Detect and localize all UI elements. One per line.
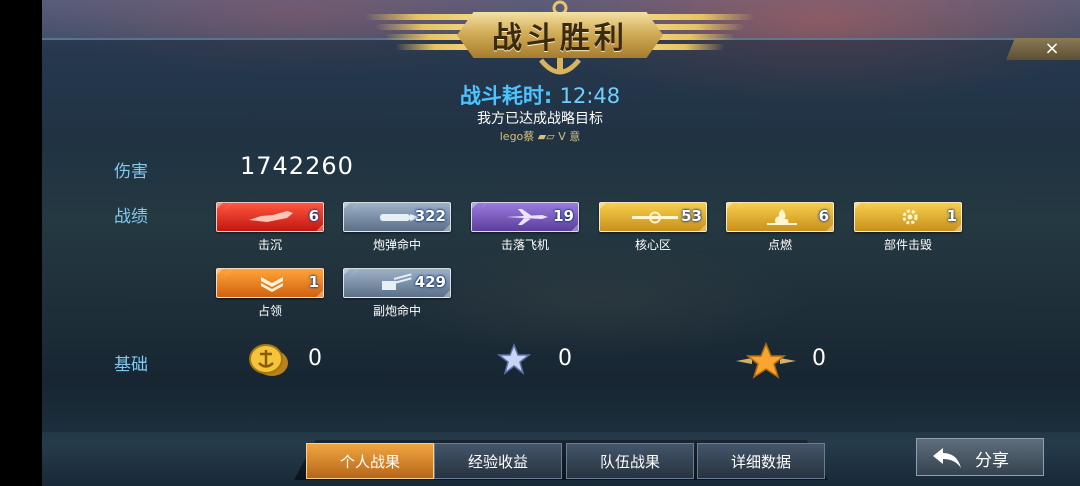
medal-planes-down[interactable]: 19 击落飞机 <box>471 202 579 260</box>
medal-module-destroy[interactable]: 1 部件击毁 <box>854 202 962 260</box>
close-button[interactable]: × <box>1040 38 1064 60</box>
medal-count: 53 <box>681 207 702 225</box>
medal-count: 429 <box>414 273 446 291</box>
tab-team-results[interactable]: 队伍战果 <box>566 443 694 479</box>
medal-label: 炮弹命中 <box>372 238 421 252</box>
share-label: 分享 <box>975 451 1009 471</box>
medal-count: 6 <box>308 207 319 225</box>
medal-badge: 6 <box>216 202 324 232</box>
plane-icon <box>506 209 548 225</box>
chevron-icon <box>261 277 283 292</box>
medal-badge: 322 <box>343 202 451 232</box>
medal-shell-hits[interactable]: 322 炮弹命中 <box>343 202 451 260</box>
medal-badge: 429 <box>343 268 451 298</box>
medal-sink[interactable]: 6 击沉 <box>216 202 324 260</box>
medal-badge: 53 <box>599 202 707 232</box>
medal-badge: 6 <box>726 202 834 232</box>
base-label: 基础 <box>114 355 148 375</box>
duration-label: 战斗耗时: <box>459 84 553 108</box>
medal-label: 副炮命中 <box>372 304 421 318</box>
page-title: 战斗胜利 <box>492 21 628 56</box>
tab-detailed-data[interactable]: 详细数据 <box>697 443 825 479</box>
close-icon[interactable]: × <box>1044 38 1059 59</box>
share-button[interactable]: 分享 <box>916 438 1044 476</box>
medal-badge: 1 <box>854 202 962 232</box>
medal-label: 击沉 <box>257 238 282 252</box>
duration-value: 12:48 <box>559 84 621 108</box>
tab-label: 队伍战果 <box>599 452 660 471</box>
medal-badge: 19 <box>471 202 579 232</box>
silver-star-icon <box>496 342 532 375</box>
damage-value: 1742260 <box>240 152 354 180</box>
screen-edge <box>0 0 42 486</box>
medal-capture[interactable]: 1 占领 <box>216 268 324 326</box>
medal-ignite[interactable]: 6 点燃 <box>726 202 834 260</box>
medal-label: 击落飞机 <box>500 238 549 252</box>
tab-label: 详细数据 <box>730 452 791 471</box>
medal-count: 6 <box>818 207 829 225</box>
reward-value: 0 <box>812 346 826 371</box>
fire-icon <box>767 209 797 225</box>
damage-label: 伤害 <box>114 162 148 182</box>
gold-star-icon <box>736 342 796 379</box>
medal-badge: 1 <box>216 268 324 298</box>
medal-count: 322 <box>414 207 446 225</box>
gold-coin-icon <box>249 344 288 376</box>
medal-label: 核心区 <box>634 238 671 252</box>
tab-personal-results[interactable]: 个人战果 <box>306 443 434 479</box>
medal-count: 1 <box>946 207 957 225</box>
reward-value: 0 <box>308 346 322 371</box>
share-arrow-icon <box>933 448 961 468</box>
battle-duration: 战斗耗时: 12:48 <box>0 80 1080 110</box>
citadel-icon <box>632 211 678 224</box>
medal-citadel[interactable]: 53 核心区 <box>599 202 707 260</box>
objective-text: 我方已达成战略目标 <box>477 111 603 127</box>
medal-count: 19 <box>553 207 574 225</box>
player-name: lego蔡 ▰▱ V 意 <box>499 130 581 143</box>
medal-label: 点燃 <box>767 238 792 252</box>
medal-secondary-hits[interactable]: 429 副炮命中 <box>343 268 451 326</box>
gear-icon <box>902 209 918 225</box>
record-label: 战绩 <box>114 207 148 227</box>
medal-count: 1 <box>308 273 319 291</box>
reward-value: 0 <box>558 346 572 371</box>
ship-icon <box>249 211 293 222</box>
tab-label: 经验收益 <box>467 452 528 471</box>
medal-label: 占领 <box>257 304 282 318</box>
tab-label: 个人战果 <box>339 452 400 471</box>
tab-experience[interactable]: 经验收益 <box>434 443 562 479</box>
medal-label: 部件击毁 <box>883 238 932 252</box>
title-banner: 战斗胜利 <box>365 0 755 82</box>
title-plate: 战斗胜利 <box>457 12 663 58</box>
